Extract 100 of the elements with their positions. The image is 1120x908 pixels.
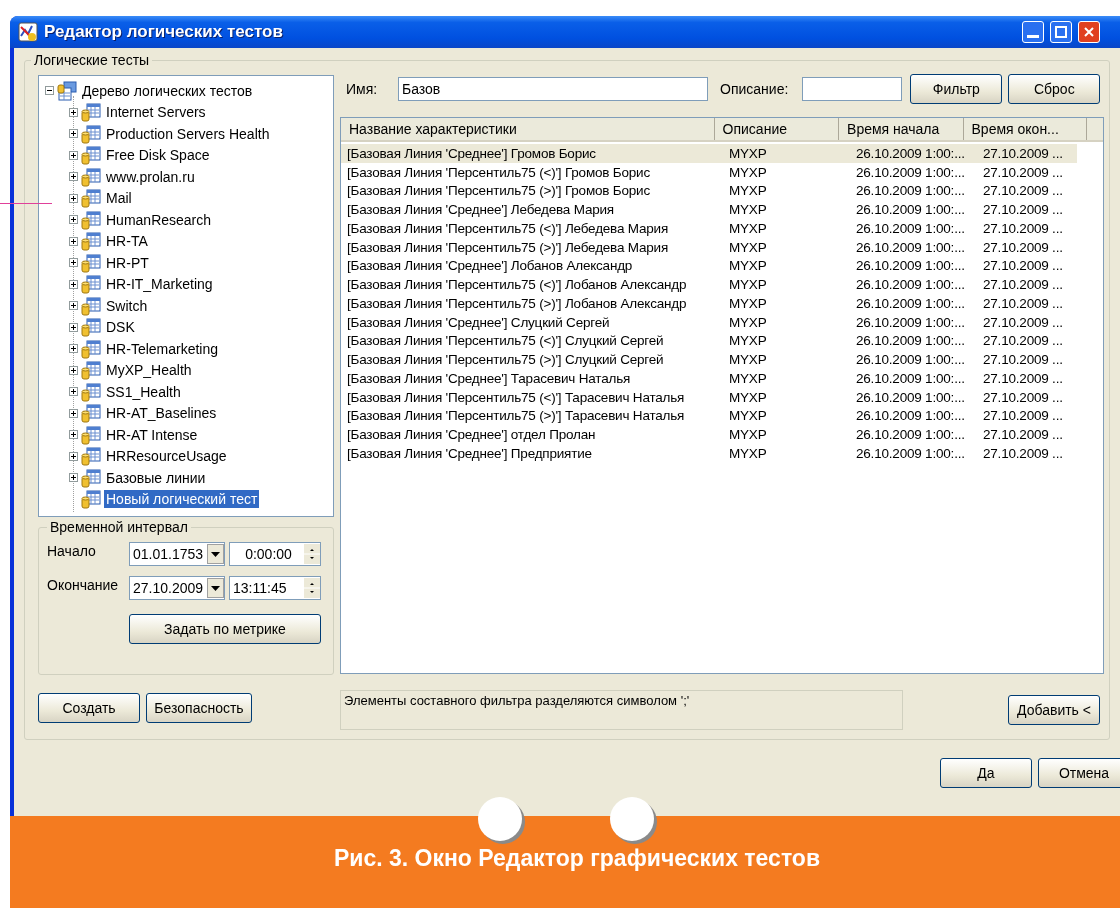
tree-item[interactable]: Базовые линии <box>104 468 208 487</box>
table-database-icon <box>81 424 101 445</box>
table-row[interactable]: [Базовая Линия 'Среднее'] Предприятие MYXP 26.10.2009 1:00:... 27.10.2009 ... <box>341 444 1077 463</box>
table-row[interactable]: [Базовая Линия 'Персентиль75 (>)'] Лебедева Мария MYXP 26.10.2009 1:00:... 27.10.2009 ... <box>341 237 1077 257</box>
expand-icon[interactable] <box>69 473 78 483</box>
table-cell-text: MYXP <box>728 202 768 218</box>
tree-item[interactable]: HR-AT Intense <box>104 425 200 444</box>
add-button[interactable]: Добавить < <box>1008 695 1100 725</box>
table-database-icon <box>81 145 101 166</box>
table-row[interactable]: [Базовая Линия 'Персентиль75 (<)'] Тарасевич Наталья MYXP 26.10.2009 1:00:... 27.10.2009 ... <box>341 387 1077 407</box>
date-picker[interactable]: 27.10.2009 <box>129 576 225 600</box>
expand-icon[interactable] <box>69 344 78 354</box>
expand-icon[interactable] <box>69 365 78 375</box>
tree-item[interactable]: HR-Telemarketing <box>104 339 221 358</box>
input-field[interactable]: Базов <box>398 77 708 101</box>
table-row[interactable]: [Базовая Линия 'Персентиль75 (<)'] Лобанов Александр MYXP 26.10.2009 1:00:... 27.10.2009 ... <box>341 275 1077 294</box>
expand-icon[interactable] <box>69 258 78 268</box>
table-database-icon <box>81 295 101 316</box>
table-row[interactable]: [Базовая Линия 'Персентиль75 (<)'] Лебедева Мария MYXP 26.10.2009 1:00:... 27.10.2009 ... <box>341 219 1077 238</box>
date-picker[interactable]: 01.01.1753 <box>129 542 225 566</box>
table-cell-text: 27.10.2009 ... <box>982 314 1064 330</box>
tree-item[interactable]: Mail <box>104 189 134 208</box>
expand-icon[interactable] <box>69 387 78 397</box>
column-header[interactable]: Описание <box>714 118 840 140</box>
close-button[interactable] <box>1078 21 1100 43</box>
tree-item[interactable]: HR-TA <box>104 232 150 251</box>
table-row[interactable]: [Базовая Линия 'Персентиль75 (<)'] Громов Борис MYXP 26.10.2009 1:00:... 27.10.2009 ... <box>341 162 1077 182</box>
collapse-icon[interactable] <box>45 86 54 96</box>
table-row[interactable]: [Базовая Линия 'Среднее'] Слуцкий Сергей MYXP 26.10.2009 1:00:... 27.10.2009 ... <box>341 312 1077 332</box>
table-cell-text: MYXP <box>728 277 768 293</box>
window-title: Редактор логических тестов <box>44 22 284 42</box>
tree-item[interactable]: Internet Servers <box>104 103 208 122</box>
tree-item[interactable]: Дерево логических тестов <box>80 81 255 100</box>
column-header[interactable]: Время окон... <box>963 118 1087 140</box>
expand-icon[interactable] <box>69 107 78 117</box>
expand-icon[interactable] <box>69 301 78 311</box>
expand-icon[interactable] <box>69 150 78 160</box>
minimize-button[interactable] <box>1022 21 1044 43</box>
tree-item[interactable]: Production Servers Health <box>104 124 272 143</box>
expand-icon[interactable] <box>69 451 78 461</box>
dropdown-button[interactable] <box>207 544 224 564</box>
expand-icon[interactable] <box>69 193 78 203</box>
table-cell-text: 27.10.2009 ... <box>982 277 1064 293</box>
table-row[interactable]: [Базовая Линия 'Персентиль75 (>)'] Громов Борис MYXP 26.10.2009 1:00:... 27.10.2009 ... <box>341 181 1077 201</box>
spin-arrows-icon[interactable] <box>304 544 320 564</box>
dialog-button[interactable]: Отмена <box>1038 758 1120 788</box>
expand-icon[interactable] <box>69 322 78 332</box>
expand-icon[interactable] <box>69 408 78 418</box>
tree-item[interactable]: www.prolan.ru <box>104 167 197 186</box>
table-row[interactable]: [Базовая Линия 'Персентиль75 (>)'] Слуцкий Сергей MYXP 26.10.2009 1:00:... 27.10.2009 ... <box>341 350 1077 369</box>
action-button[interactable]: Безопасность <box>146 693 252 723</box>
input-field[interactable] <box>802 77 903 101</box>
leader-line <box>0 203 52 204</box>
tree-item[interactable]: DSK <box>104 318 137 337</box>
dropdown-button[interactable] <box>207 578 224 598</box>
table-row[interactable]: [Базовая Линия 'Среднее'] Лебедева Мария MYXP 26.10.2009 1:00:... 27.10.2009 ... <box>341 200 1077 219</box>
table-cell-text: [Базовая Линия 'Персентиль75 (>)'] Тарасевич Наталья <box>346 408 686 424</box>
table-row[interactable]: [Базовая Линия 'Среднее'] Тарасевич Наталья MYXP 26.10.2009 1:00:... 27.10.2009 ... <box>341 369 1077 388</box>
filter-button[interactable]: Сброс <box>1008 74 1101 104</box>
column-header[interactable]: Время начала <box>839 118 964 140</box>
table-row[interactable]: [Базовая Линия 'Среднее'] Лобанов Александр MYXP 26.10.2009 1:00:... 27.10.2009 ... <box>341 256 1077 276</box>
expand-icon[interactable] <box>69 215 78 225</box>
tree-root-icon <box>57 80 77 101</box>
expand-icon[interactable] <box>69 236 78 246</box>
table-row[interactable]: [Базовая Линия 'Среднее'] отдел Пролан MYXP 26.10.2009 1:00:... 27.10.2009 ... <box>341 425 1077 444</box>
tree-item[interactable]: Новый логический тест <box>104 490 260 509</box>
dialog-button[interactable]: Да <box>940 758 1032 788</box>
tree-item[interactable]: SS1_Health <box>104 382 183 401</box>
time-field[interactable]: 0:00:00 <box>229 542 321 566</box>
table-database-icon <box>81 252 101 273</box>
tree-item[interactable]: HumanResearch <box>104 210 214 229</box>
table-cell-text: MYXP <box>728 239 768 255</box>
spin-arrows-icon[interactable] <box>304 578 320 598</box>
tree-item[interactable]: HRResourceUsage <box>104 447 229 466</box>
expand-icon[interactable] <box>69 129 78 139</box>
table-cell-text: [Базовая Линия 'Среднее'] Лебедева Мария <box>346 202 615 218</box>
tree-item[interactable]: HR-IT_Marketing <box>104 275 215 294</box>
tree-item[interactable]: Free Disk Space <box>104 146 212 165</box>
table-row[interactable]: [Базовая Линия 'Персентиль75 (<)'] Слуцкий Сергей MYXP 26.10.2009 1:00:... 27.10.2009 ... <box>341 331 1077 351</box>
selected-row[interactable]: [Базовая Линия 'Среднее'] Громов Борис MYXP 26.10.2009 1:00:... 27.10.2009 ... <box>341 144 1077 163</box>
expand-icon[interactable] <box>69 430 78 440</box>
tree-item[interactable]: MyXP_Health <box>104 361 194 380</box>
tree-item[interactable]: HR-AT_Baselines <box>104 404 219 423</box>
action-button[interactable]: Создать <box>38 693 140 723</box>
metric-button[interactable]: Задать по метрике <box>129 614 321 644</box>
table-cell-text: MYXP <box>728 258 768 274</box>
time-field[interactable]: 13:11:45 <box>229 576 321 600</box>
maximize-button[interactable] <box>1050 21 1072 43</box>
tree-item[interactable]: Switch <box>104 296 150 315</box>
group-title: Временной интервал <box>47 519 191 535</box>
table-database-icon <box>81 274 101 295</box>
table-row[interactable]: [Базовая Линия 'Персентиль75 (>)'] Лобанов Александр MYXP 26.10.2009 1:00:... 27.10.2009 ... <box>341 294 1077 313</box>
close-icon <box>1083 26 1095 38</box>
column-header[interactable]: Название характеристики <box>341 118 715 140</box>
filter-button[interactable]: Фильтр <box>910 74 1003 104</box>
table-row[interactable]: [Базовая Линия 'Персентиль75 (>)'] Тарасевич Наталья MYXP 26.10.2009 1:00:... 27.10.2009 ... <box>341 406 1077 426</box>
field-label: Описание: <box>720 81 789 97</box>
expand-icon[interactable] <box>69 279 78 289</box>
tree-item[interactable]: HR-PT <box>104 253 151 272</box>
expand-icon[interactable] <box>69 172 78 182</box>
